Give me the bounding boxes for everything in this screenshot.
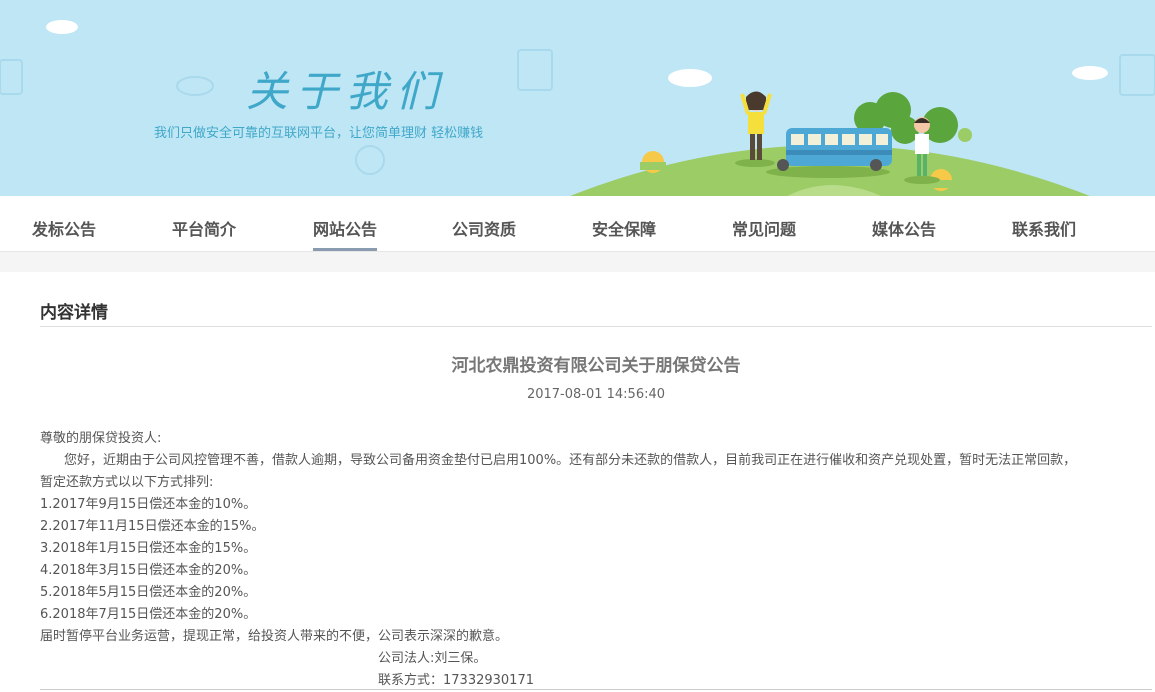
nav-item-contact[interactable]: 联系我们 — [1012, 216, 1076, 240]
divider-band — [0, 252, 1155, 272]
page-banner: 关于我们 我们只做安全可靠的互联网平台，让您简单理财 轻松赚钱 — [0, 0, 1155, 200]
banner-title: 关于我们 — [246, 67, 447, 116]
nav-item-security[interactable]: 安全保障 — [592, 216, 656, 240]
article-date: 2017-08-01 14:56:40 — [526, 387, 666, 402]
banner-illustration — [0, 20, 1155, 200]
nav-active-indicator — [313, 248, 377, 251]
article-title: 河北农鼎投资有限公司关于朋保贷公告 — [451, 356, 741, 376]
schedule-item: 3.2018年1月15日偿还本金的15%。 — [40, 541, 257, 556]
nav-item-media[interactable]: 媒体公告 — [872, 216, 936, 240]
schedule-item: 2.2017年11月15日偿还本金的15%。 — [40, 519, 265, 534]
section-title: 内容详情 — [40, 303, 108, 323]
nav-item-announcements[interactable]: 发标公告 — [32, 216, 96, 240]
schedule-item: 4.2018年3月15日偿还本金的20%。 — [40, 563, 257, 578]
schedule-item: 1.2017年9月15日偿还本金的10%。 — [40, 497, 257, 512]
nav-item-site-notices[interactable]: 网站公告 — [313, 216, 377, 240]
legal-person: 公司法人:刘三保。 — [378, 651, 487, 666]
main-nav: 发标公告 平台简介 网站公告 公司资质 安全保障 常见问题 媒体公告 联系我们 — [0, 200, 1155, 252]
bottom-divider — [40, 689, 1152, 690]
nav-item-qualifications[interactable]: 公司资质 — [452, 216, 516, 240]
paragraph-continued: 暂定还款方式以以下方式排列: — [40, 475, 214, 490]
nav-item-faq[interactable]: 常见问题 — [732, 216, 796, 240]
article-body: 尊敬的朋保贷投资人: 您好，近期由于公司风控管理不善，借款人逾期，导致公司备用资… — [40, 428, 1152, 692]
greeting: 尊敬的朋保贷投资人: — [40, 431, 162, 446]
paragraph: 您好，近期由于公司风控管理不善，借款人逾期，导致公司备用资金垫付已启用100%。… — [64, 453, 1077, 468]
closing: 届时暂停平台业务运营，提现正常，给投资人带来的不便，公司表示深深的歉意。 — [40, 629, 509, 644]
nav-item-platform-intro[interactable]: 平台简介 — [172, 216, 236, 240]
section-divider — [40, 326, 1152, 327]
schedule-item: 6.2018年7月15日偿还本金的20%。 — [40, 607, 257, 622]
banner-slogan: 我们只做安全可靠的互联网平台，让您简单理财 轻松赚钱 — [154, 126, 484, 141]
schedule-item: 5.2018年5月15日偿还本金的20%。 — [40, 585, 257, 600]
